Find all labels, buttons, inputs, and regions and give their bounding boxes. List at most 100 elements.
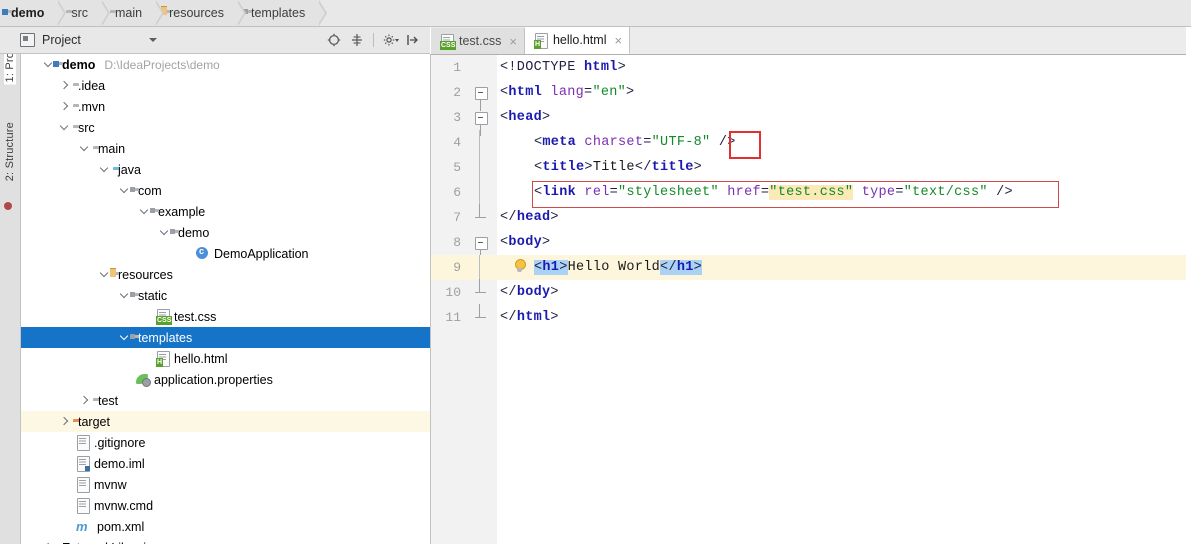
code-text: <h1>Hello World</h1> [534,260,703,275]
code-text: <title>Title</title> [534,160,703,175]
tree-row-resources[interactable]: resources [21,264,430,285]
expand-arrow-icon[interactable] [159,227,170,238]
code-text: <link rel="stylesheet" href="test.css" t… [534,185,1013,200]
tree-label: example [158,204,206,219]
tree-row-static[interactable]: static [21,285,430,306]
html-file-icon: H [156,351,170,367]
tree-row-demoapplication[interactable]: DemoApplication [21,243,430,264]
code-line[interactable]: 5 <title>Title</title> [431,155,1191,180]
breadcrumb-item-demo[interactable]: demo [0,0,67,26]
tree-label: demo.iml [94,456,145,471]
line-number: 3 [453,110,461,125]
code-line[interactable]: 2 <html lang="en"> [431,80,1191,111]
code-line[interactable]: 8 <body> [431,230,1191,261]
tree-row-hello-html[interactable]: H hello.html [21,348,430,369]
expand-arrow-icon[interactable] [59,416,70,427]
code-text: <head> [500,110,551,125]
fold-end-marker[interactable] [475,279,486,298]
locate-icon[interactable] [327,33,341,47]
fold-toggle-icon[interactable] [475,87,488,111]
tree-row-com[interactable]: com [21,180,430,201]
chevron-down-icon[interactable] [148,38,157,42]
code-line[interactable]: 6 <link rel="stylesheet" href="test.css"… [431,180,1191,205]
expand-arrow-icon[interactable] [79,143,90,154]
fold-region-line [479,180,480,205]
toolbar-divider [373,33,374,47]
tree-row-src[interactable]: src [21,117,430,138]
tree-row-gitignore[interactable]: .gitignore [21,432,430,453]
tree-row-mvnw[interactable]: mvnw [21,474,430,495]
code-line[interactable]: 11 </html> [431,304,1191,330]
tree-label: .gitignore [94,435,146,450]
expand-arrow-icon[interactable] [59,101,70,112]
line-number: 7 [453,210,461,225]
tree-row-mvn[interactable]: .mvn [21,96,430,117]
tree-row-test[interactable]: test [21,390,430,411]
editor-tab-label: hello.html [552,33,607,47]
tree-row-application-properties[interactable]: application.properties [21,369,430,390]
editor-tab-test-css[interactable]: CSS test.css × [431,28,525,54]
tree-row-idea[interactable]: .idea [21,75,430,96]
breadcrumb-label: templates [251,6,306,20]
collapse-all-icon[interactable] [350,33,364,47]
intention-bulb-icon[interactable] [514,259,526,275]
stripe-button-structure[interactable]: 2: Structure [4,122,16,181]
tree-row-external-libraries[interactable]: External Libraries [21,537,430,544]
line-number: 1 [453,60,461,75]
expand-arrow-icon[interactable] [119,185,130,196]
tree-label: demo [178,225,210,240]
project-tree[interactable]: demo D:\IdeaProjects\demo .idea .mvn src… [21,54,431,544]
settings-gear-icon[interactable] [383,33,399,47]
fold-toggle-icon[interactable] [475,237,488,261]
expand-arrow-icon[interactable] [139,206,150,217]
tree-row-example[interactable]: example [21,201,430,222]
favorites-icon[interactable] [4,202,15,213]
code-line-current[interactable]: 9 <h1>Hello World</h1> [431,255,1191,280]
code-line[interactable]: 10 </body> [431,279,1191,305]
code-line[interactable]: 4 <meta charset="UTF-8" /> [431,130,1191,155]
tree-row-java[interactable]: java [21,159,430,180]
hide-panel-icon[interactable] [406,33,420,47]
tree-row-test-css[interactable]: CSS test.css [21,306,430,327]
code-lines[interactable]: 1 <!DOCTYPE html> 2 <html lang="en"> 3 <… [431,55,1191,544]
fold-toggle-icon[interactable] [475,112,488,136]
project-view-icon [20,33,35,47]
tree-row-demo[interactable]: demo D:\IdeaProjects\demo [21,54,430,75]
tree-row-templates[interactable]: templates [21,327,430,348]
tree-row-pom-xml[interactable]: m pom.xml [21,516,430,537]
code-line[interactable]: 1 <!DOCTYPE html> [431,55,1191,80]
close-icon[interactable]: × [614,34,622,47]
expand-arrow-icon[interactable] [119,290,130,301]
expand-arrow-icon[interactable] [119,332,130,343]
breadcrumb-item-resources[interactable]: resources [156,0,246,26]
code-line[interactable]: 3 <head> [431,105,1191,136]
tree-row-package-demo[interactable]: demo [21,222,430,243]
tree-label: pom.xml [97,519,145,534]
expand-arrow-icon[interactable] [79,395,90,406]
breadcrumb-item-main[interactable]: main [102,0,165,26]
expand-arrow-icon[interactable] [59,122,70,133]
code-editor[interactable]: 1 <!DOCTYPE html> 2 <html lang="en"> 3 <… [431,55,1191,544]
close-icon[interactable]: × [509,35,517,48]
editor-tab-hello-html[interactable]: H hello.html × [524,27,631,54]
fold-end-marker[interactable] [475,204,486,223]
iml-file-icon [76,456,90,472]
tree-row-main[interactable]: main [21,138,430,159]
spring-class-icon [196,246,209,261]
fold-region-line [479,130,480,155]
fold-end-marker[interactable] [475,304,486,323]
tree-row-target[interactable]: target [21,411,430,432]
expand-arrow-icon[interactable] [99,269,110,280]
expand-arrow-icon[interactable] [99,164,110,175]
tree-label: test.css [174,309,217,324]
tree-row-demo-iml[interactable]: demo.iml [21,453,430,474]
line-number: 6 [453,185,461,200]
breadcrumb-label: demo [11,6,45,20]
tree-row-mvnw-cmd[interactable]: mvnw.cmd [21,495,430,516]
tree-label: static [138,288,168,303]
tree-label: demo [62,57,96,72]
editor-tab-bar: CSS test.css × H hello.html × [431,27,1191,55]
breadcrumb-item-templates[interactable]: templates [238,0,328,26]
expand-arrow-icon[interactable] [59,80,70,91]
code-line[interactable]: 7 </head> [431,204,1191,230]
